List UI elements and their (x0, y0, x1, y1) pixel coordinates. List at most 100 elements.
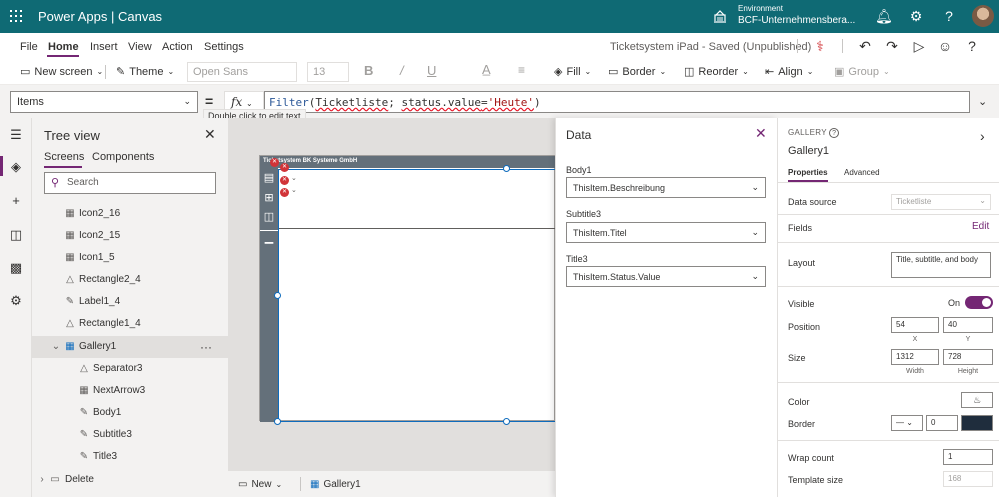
data-icon[interactable]: ◫ (9, 228, 23, 242)
property-dropdown[interactable]: Items ⌄ (10, 91, 198, 113)
redo-icon[interactable]: ↷ (884, 38, 900, 54)
gallery-selection[interactable] (278, 169, 558, 422)
chevron-right-icon[interactable]: › (980, 128, 985, 144)
resize-handle[interactable] (503, 418, 510, 425)
tab-screens[interactable]: Screens (44, 151, 84, 163)
chevron-down-icon[interactable]: ⌄ (291, 186, 297, 194)
menu-action[interactable]: Action (162, 41, 193, 53)
color-picker[interactable]: ♨ (961, 392, 993, 408)
add-icon[interactable]: + (9, 194, 23, 208)
align-text-icon[interactable]: ≡ (518, 63, 525, 77)
design-canvas[interactable]: Ticketsystem BK Systeme GmbH ▤ ⊞ ◫ ▁ ✕ ✕… (228, 118, 558, 470)
menu-file[interactable]: File (20, 41, 38, 53)
data-source-select[interactable]: Ticketliste ⌄ (891, 194, 991, 210)
menu-settings[interactable]: Settings (204, 41, 244, 53)
tree-item-icon2-15[interactable]: ▦ Icon2_15 (32, 225, 228, 247)
border-color-swatch[interactable] (961, 415, 993, 431)
chevron-down-icon[interactable]: ⌄ (978, 95, 987, 108)
border-style-select[interactable]: — ⌄ (891, 415, 923, 431)
app-checker-icon[interactable]: ⚕ (812, 38, 828, 54)
tree-item-separator3[interactable]: △ Separator3 (32, 358, 228, 380)
media-icon[interactable]: ▩ (9, 261, 23, 275)
reorder-button[interactable]: ◫ Reorder ⌄ (684, 65, 749, 79)
position-y-input[interactable]: 40 (943, 317, 993, 333)
tree-item-subtitle3[interactable]: ✎ Subtitle3 (32, 424, 228, 446)
field-select-title3[interactable]: ThisItem.Status.Value ⌄ (566, 266, 766, 287)
trash-icon[interactable]: ◫ (263, 211, 275, 223)
field-select-subtitle3[interactable]: ThisItem.Titel ⌄ (566, 222, 766, 243)
font-size-select[interactable]: 13 (307, 62, 349, 82)
resize-handle[interactable] (503, 165, 510, 172)
close-icon[interactable]: ✕ (755, 125, 767, 142)
visible-toggle[interactable] (965, 296, 993, 309)
help-icon[interactable]: ? (964, 38, 980, 54)
close-icon[interactable]: ✕ (204, 126, 216, 143)
height-input[interactable]: 728 (943, 349, 993, 365)
layout-select[interactable]: Title, subtitle, and body (891, 252, 991, 278)
new-screen-button[interactable]: ▭ New screen ⌄ (20, 65, 103, 79)
tab-properties[interactable]: Properties (788, 168, 828, 177)
menu-view[interactable]: View (128, 41, 152, 53)
tree-item-label1-4[interactable]: ✎ Label1_4 (32, 291, 228, 313)
hamburger-icon[interactable]: ☰ (9, 128, 23, 142)
tree-item-gallery1[interactable]: ⌄ ▦ Gallery1 ··· (32, 336, 228, 358)
error-icon[interactable]: ✕ (280, 176, 289, 185)
formula-input[interactable]: Filter(Ticketliste; status.value='Heute'… (264, 91, 970, 113)
tab-advanced[interactable]: Advanced (844, 168, 880, 177)
chart-icon[interactable]: ▁ (263, 232, 275, 244)
wrap-count-input[interactable]: 1 (943, 449, 993, 465)
environment-name[interactable]: BCF-Unternehmensbera... (738, 15, 855, 26)
play-icon[interactable]: ▷ (911, 38, 927, 54)
border-width-input[interactable]: 0 (926, 415, 958, 431)
bold-button[interactable]: B (364, 63, 373, 78)
app-launcher-icon[interactable] (10, 10, 22, 22)
tree-item-delete[interactable]: › ▭ Delete (32, 469, 228, 491)
chevron-down-icon[interactable]: ⌄ (291, 174, 297, 182)
align-button[interactable]: ⇤ Align ⌄ (765, 65, 813, 79)
group-button[interactable]: ▣ Group ⌄ (834, 65, 890, 79)
font-color-icon[interactable]: A̲ (482, 62, 491, 77)
template-size-input[interactable]: 168 (943, 471, 993, 487)
help-icon[interactable]: ? (941, 8, 957, 24)
app-screen[interactable]: Ticketsystem BK Systeme GmbH ▤ ⊞ ◫ ▁ ✕ ✕… (259, 155, 558, 425)
selected-control-crumb[interactable]: ▦ Gallery1 (310, 479, 361, 490)
avatar[interactable] (972, 5, 994, 27)
font-select[interactable]: Open Sans (187, 62, 297, 82)
add-document-icon[interactable]: ⊞ (263, 192, 275, 204)
border-button[interactable]: ▭ Border ⌄ (608, 65, 666, 79)
tools-icon[interactable]: ⚙ (9, 294, 23, 308)
menu-home[interactable]: Home (48, 41, 79, 53)
italic-button[interactable]: / (400, 63, 404, 78)
error-icon[interactable]: ✕ (270, 158, 279, 167)
tree-item-nextarrow3[interactable]: ▦ NextArrow3 (32, 380, 228, 402)
fill-button[interactable]: ◈ Fill ⌄ (554, 65, 591, 79)
help-icon[interactable]: ? (829, 128, 840, 138)
error-icon[interactable]: ✕ (280, 188, 289, 197)
position-x-input[interactable]: 54 (891, 317, 939, 333)
tree-item-body1[interactable]: ✎ Body1 (32, 402, 228, 424)
new-screen-button[interactable]: ▭ New ⌄ (238, 479, 282, 490)
resize-handle[interactable] (274, 418, 281, 425)
fields-edit-link[interactable]: Edit (972, 221, 989, 232)
tree-item-rectangle2-4[interactable]: △ Rectangle2_4 (32, 269, 228, 291)
tree-view-icon[interactable]: ◈ (9, 160, 23, 174)
gear-icon[interactable]: ⚙ (908, 8, 924, 24)
search-input[interactable]: ⚲ Search (44, 172, 216, 194)
error-icon[interactable]: ✕ (280, 163, 289, 172)
document-icon[interactable]: ▤ (263, 172, 275, 184)
theme-button[interactable]: ✎ Theme ⌄ (116, 65, 174, 79)
underline-button[interactable]: U (427, 63, 436, 78)
tab-components[interactable]: Components (92, 151, 154, 163)
tree-item-icon1-5[interactable]: ▦ Icon1_5 (32, 247, 228, 269)
tree-item-icon2-16[interactable]: ▦ Icon2_16 (32, 203, 228, 225)
menu-insert[interactable]: Insert (90, 41, 118, 53)
more-options-icon[interactable]: ··· (200, 336, 212, 358)
field-select-body1[interactable]: ThisItem.Beschreibung ⌄ (566, 177, 766, 198)
undo-icon[interactable]: ↶ (857, 38, 873, 54)
tree-item-rectangle1-4[interactable]: △ Rectangle1_4 (32, 313, 228, 335)
bell-icon[interactable]: 🔔︎ (875, 8, 893, 24)
tree-item-title3[interactable]: ✎ Title3 (32, 446, 228, 468)
width-input[interactable]: 1312 (891, 349, 939, 365)
resize-handle[interactable] (274, 292, 281, 299)
share-icon[interactable]: ☺ (937, 38, 953, 54)
